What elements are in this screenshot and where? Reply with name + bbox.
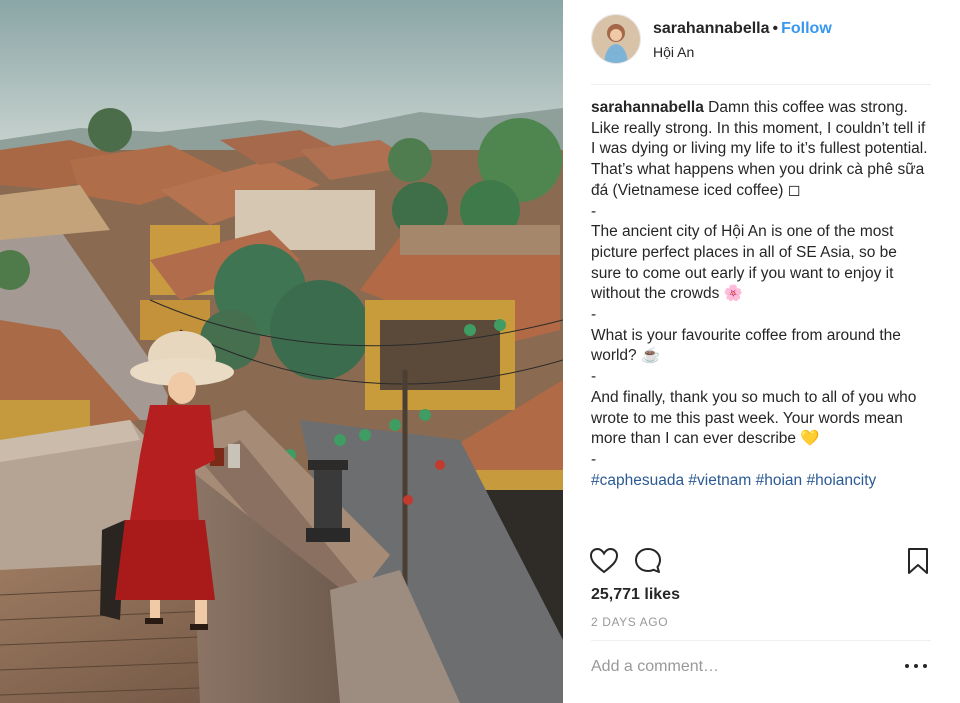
comment-input[interactable]: Add a comment…: [591, 658, 891, 676]
caption-separator: -: [591, 306, 597, 324]
hashtag-link[interactable]: #hoiancity: [806, 472, 876, 489]
post-side-panel: sarahannabella • Follow Hội An sarahannabe…: [563, 0, 960, 703]
action-bar: [589, 546, 933, 576]
caption-separator: -: [591, 450, 597, 468]
hoi-an-rooftop-photo: [0, 0, 563, 703]
post-date: 2 DAYS AGO: [591, 615, 669, 629]
heart-outline-icon[interactable]: [589, 546, 619, 576]
post-header: sarahannabella • Follow Hội An: [591, 14, 931, 70]
location-link[interactable]: Hội An: [653, 44, 694, 60]
caption: sarahannabella Damn this coffee was stro…: [591, 98, 929, 491]
separator-dot: •: [772, 20, 779, 37]
comment-divider: [591, 640, 931, 641]
caption-paragraph-1: sarahannabella Damn this coffee was stro…: [591, 98, 929, 202]
instagram-post: sarahannabella • Follow Hội An sarahannabe…: [0, 0, 960, 703]
hashtag-link[interactable]: #hoian: [756, 472, 803, 489]
post-photo[interactable]: [0, 0, 563, 703]
ellipsis-icon[interactable]: [905, 660, 931, 672]
caption-paragraph-4: And finally, thank you so much to all of…: [591, 388, 917, 448]
caption-username[interactable]: sarahannabella: [591, 99, 704, 116]
user-line: sarahannabella • Follow: [653, 20, 832, 38]
header-username[interactable]: sarahannabella: [653, 20, 770, 37]
bookmark-outline-icon[interactable]: [903, 546, 933, 576]
hashtag-link[interactable]: #vietnam: [688, 472, 751, 489]
avatar-photo-icon: [592, 15, 640, 63]
avatar[interactable]: [591, 14, 641, 64]
follow-button[interactable]: Follow: [781, 20, 832, 37]
caption-paragraph-3: What is your favourite coffee from aroun…: [591, 326, 901, 365]
header-divider: [591, 84, 931, 85]
caption-separator: -: [591, 202, 597, 220]
caption-separator: -: [591, 368, 597, 386]
hashtag-link[interactable]: #caphesuada: [591, 472, 684, 489]
caption-paragraph-2: The ancient city of Hội An is one of the…: [591, 223, 897, 303]
hashtag-list: #caphesuada #vietnam #hoian #hoiancity: [591, 471, 929, 492]
speech-bubble-icon[interactable]: [633, 546, 663, 576]
likes-count[interactable]: 25,771 likes: [591, 586, 680, 604]
